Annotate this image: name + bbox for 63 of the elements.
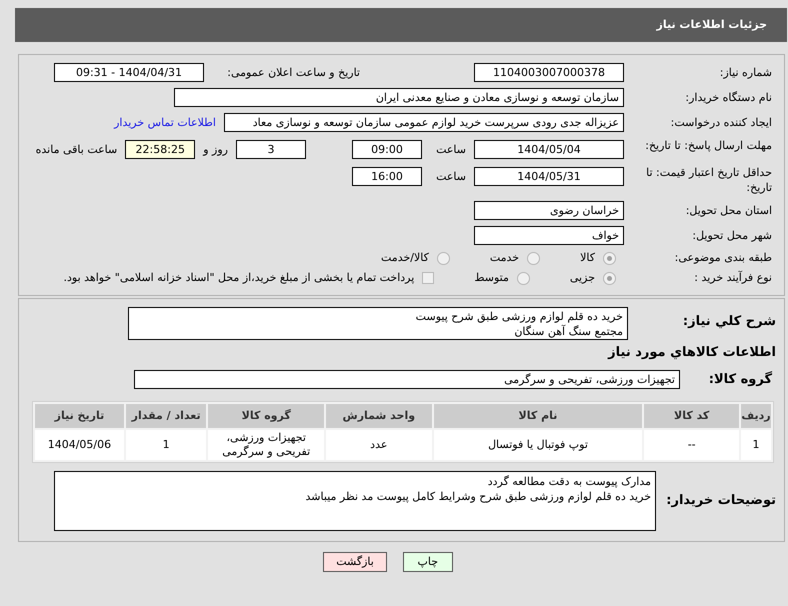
- field-label: نام دستگاه خریدار:: [684, 90, 772, 104]
- value-field: 09:00: [352, 140, 422, 159]
- column-header: کد کالا: [644, 404, 740, 428]
- value-field: عزیزاله جدی رودی سرپرست خرید لوازم عمومی سازمان توسعه و نوسازی معاد: [224, 113, 624, 132]
- column-header: نام کالا: [434, 404, 642, 428]
- field-label: استان محل تحویل:: [684, 204, 772, 218]
- checkbox-label: پرداخت تمام یا بخشی از مبلغ خرید،از محل "اسناد خزانه اسلامی" خواهد بود.: [64, 271, 414, 285]
- table-cell: 1404/05/06: [35, 430, 124, 460]
- value-field: خواف: [474, 226, 624, 245]
- column-header: گروه کالا: [208, 404, 324, 428]
- field-label: مهلت ارسال پاسخ: تا تاریخ:: [644, 138, 772, 153]
- contact-link[interactable]: اطلاعات تماس خریدار: [114, 116, 216, 130]
- value-field: 1404/05/04: [474, 140, 624, 159]
- column-header: تعداد / مقدار: [126, 404, 206, 428]
- remaining-label: ساعت باقی مانده: [36, 142, 118, 156]
- table-cell: توپ فوتبال یا فوتسال: [434, 430, 642, 460]
- radio-label: جزیی: [570, 271, 595, 285]
- radio-label: کالا/خدمت: [381, 251, 429, 265]
- radio-label: متوسط: [474, 271, 509, 285]
- description-textarea[interactable]: خرید ده قلم لوازم ورزشی طبق شرح پیوست مجتمع سنگ آهن سنگان: [128, 307, 628, 340]
- field-label: نوع فرآیند خرید :: [693, 271, 772, 285]
- print-button[interactable]: چاپ: [402, 552, 453, 572]
- value-field: 1404/05/31: [474, 167, 624, 186]
- table-cell: --: [644, 430, 740, 460]
- radio-button[interactable]: [436, 252, 450, 264]
- value-field: 1104003007000378: [474, 63, 624, 82]
- checkbox[interactable]: [422, 272, 434, 284]
- days-label: روز و: [203, 142, 228, 156]
- radio-button[interactable]: [516, 272, 530, 284]
- table-cell: 1: [126, 430, 206, 460]
- time-label: ساعت: [435, 170, 466, 184]
- field-label: شهر محل تحویل:: [691, 228, 772, 242]
- field-label: ایجاد کننده درخواست:: [670, 116, 772, 130]
- table-cell: تجهیزات ورزشی، تفریحی و سرگرمی: [208, 430, 324, 460]
- field-label: حداقل تاریخ اعتبار قیمت: تا تاریخ:: [645, 165, 772, 195]
- value-field: تجهیزات ورزشی، تفریحی و سرگرمی: [134, 370, 680, 389]
- radio-label: کالا: [580, 251, 595, 265]
- column-header: ردیف: [741, 404, 771, 428]
- section-heading: اطلاعات کالاهاي مورد نياز: [606, 346, 776, 360]
- value-field: 3: [236, 140, 306, 159]
- table-cell: عدد: [326, 430, 432, 460]
- radio-button[interactable]: [527, 252, 540, 264]
- value-field: سازمان توسعه و نوسازی معادن و صنایع معدنی ایران: [174, 88, 624, 107]
- field-label: شرح کلي نياز:: [682, 315, 776, 329]
- column-header: واحد شمارش: [326, 404, 432, 428]
- value-field: خراسان رضوی: [474, 201, 624, 220]
- radio-button[interactable]: [603, 272, 616, 284]
- countdown-field: 22:58:25: [125, 140, 196, 159]
- field-label: طبقه بندی موضوعی:: [674, 251, 772, 265]
- radio-label: خدمت: [490, 251, 520, 265]
- back-button[interactable]: بازگشت: [323, 552, 387, 572]
- notes-textarea[interactable]: مدارک پیوست به دقت مطالعه گردد خرید ده قلم لوازم ورزشی طبق شرح وشرایط کامل پیوست مد نظر میباشد: [54, 471, 656, 531]
- field-label: تاریخ و ساعت اعلان عمومی:: [226, 66, 360, 80]
- field-label: گروه کالا:: [708, 372, 772, 386]
- radio-button[interactable]: [603, 252, 616, 264]
- header-bar: جزئیات اطلاعات نیاز: [15, 8, 787, 42]
- column-header: تاریخ نیاز: [35, 404, 124, 428]
- time-label: ساعت: [435, 142, 466, 156]
- field-label: شماره نیاز:: [718, 66, 772, 80]
- table-cell: 1: [741, 430, 771, 460]
- field-label: توضیحات خریدار:: [665, 494, 776, 508]
- value-field: 16:00: [352, 167, 422, 186]
- value-field: 1404/04/31 - 09:31: [54, 63, 204, 82]
